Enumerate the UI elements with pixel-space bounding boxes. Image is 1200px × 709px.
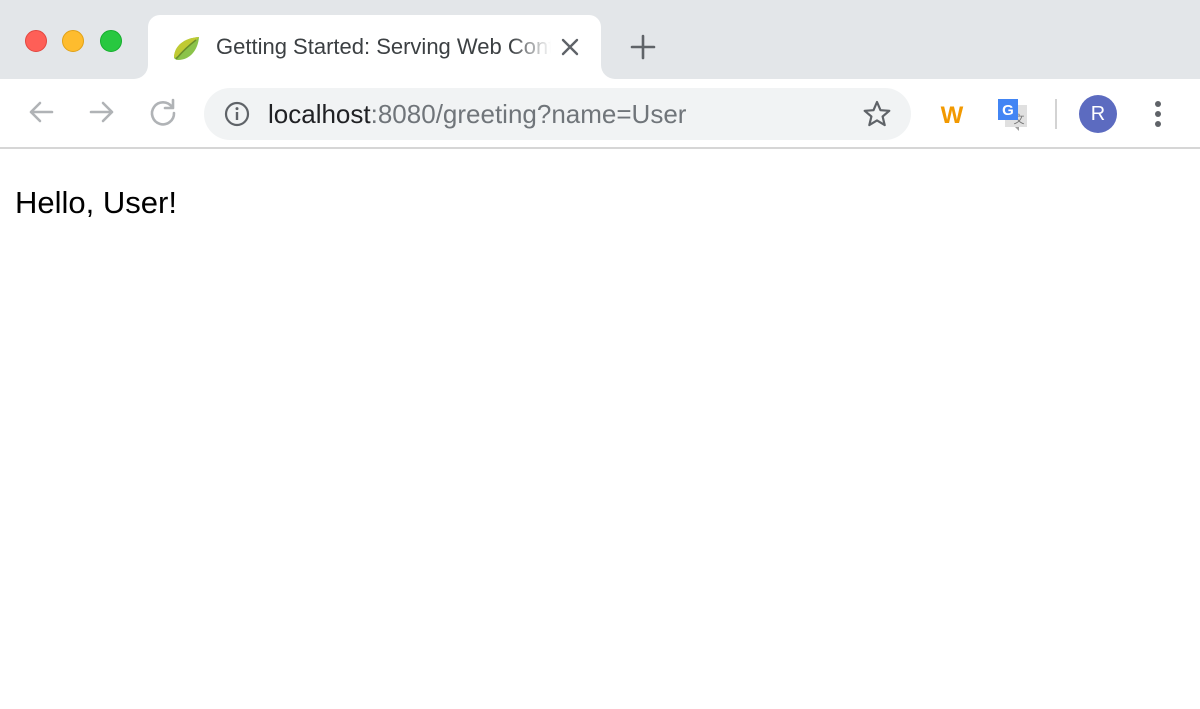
w-extension-icon[interactable]: W [934,96,970,132]
svg-text:G: G [1002,102,1014,119]
more-vert-icon[interactable] [1146,97,1170,131]
page-content: Hello, User! [0,151,1200,709]
greeting-text: Hello, User! [15,185,177,220]
active-tab[interactable]: Getting Started: Serving Web Content [148,15,601,79]
url-host: localhost [268,99,371,129]
window-minimize-button[interactable] [62,30,84,52]
close-icon[interactable] [558,35,582,59]
url-text[interactable]: localhost:8080/greeting?name=User [268,99,686,129]
window-zoom-button[interactable] [100,30,122,52]
back-arrow-icon[interactable] [24,95,58,129]
browser-toolbar: localhost:8080/greeting?name=User W 文 G … [0,79,1200,149]
tab-strip: Getting Started: Serving Web Content [0,0,1200,79]
svg-text:W: W [941,102,964,129]
star-icon[interactable] [862,99,892,129]
google-translate-icon[interactable]: 文 G [995,96,1031,132]
info-icon[interactable] [224,101,250,127]
spring-leaf-icon [174,37,199,60]
toolbar-divider [1055,99,1057,129]
profile-avatar[interactable]: R [1079,95,1117,133]
forward-arrow-icon[interactable] [85,95,119,129]
window-close-button[interactable] [25,30,47,52]
tab-title: Getting Started: Serving Web Content [216,34,551,59]
reload-icon[interactable] [146,95,180,129]
address-bar[interactable]: localhost:8080/greeting?name=User [204,88,911,140]
url-path: :8080/greeting?name=User [370,99,687,129]
new-tab-plus-icon[interactable] [628,32,658,62]
